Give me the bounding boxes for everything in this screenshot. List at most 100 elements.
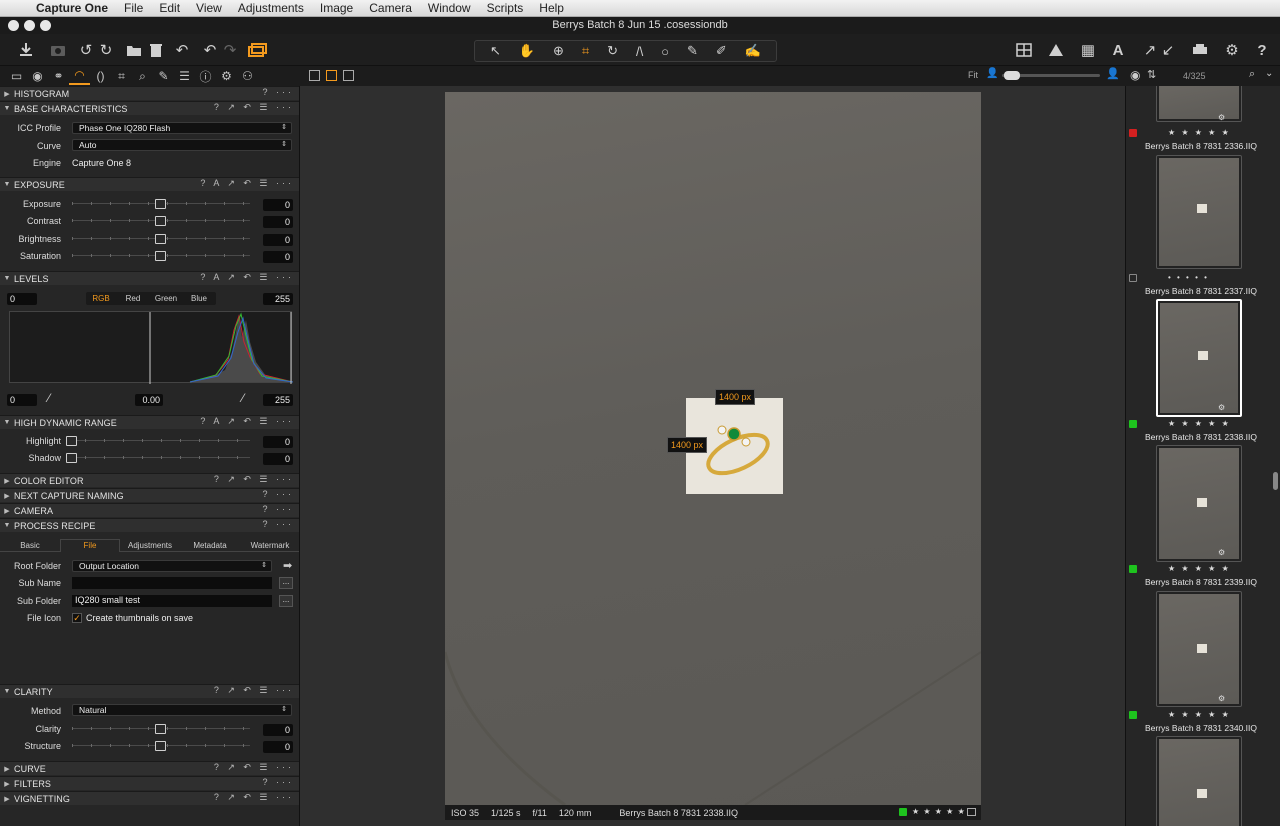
- exposure-value[interactable]: 0: [263, 199, 293, 211]
- exposure-tab-icon[interactable]: ◠: [69, 67, 90, 85]
- text-overlay-icon[interactable]: A: [1108, 40, 1128, 60]
- structure-slider[interactable]: [72, 741, 250, 751]
- tool-actions[interactable]: ? ···: [263, 519, 295, 529]
- next-capture-naming-header[interactable]: ▶ NEXT CAPTURE NAMING ? ···: [0, 488, 299, 502]
- histogram-tool-header[interactable]: ▶ HISTOGRAM ? ···: [0, 86, 299, 100]
- color-picker-icon[interactable]: ✐: [716, 43, 727, 59]
- color-tag-2338[interactable]: [1129, 420, 1137, 428]
- clarity-method-dropdown[interactable]: Natural: [72, 704, 292, 716]
- sub-folder-options-button[interactable]: ...: [279, 595, 293, 607]
- channel-rgb-tab[interactable]: RGB: [86, 293, 116, 305]
- levels-output-high[interactable]: 255: [263, 394, 293, 406]
- color-tag-2336[interactable]: [1129, 129, 1137, 137]
- recipe-tab-file[interactable]: File: [60, 539, 120, 552]
- tool-actions[interactable]: ? ···: [263, 777, 295, 787]
- reset-adjustments-icon[interactable]: ↶: [172, 40, 192, 60]
- batch-tab-icon[interactable]: ⚇: [237, 67, 258, 85]
- tool-actions[interactable]: ? ···: [263, 489, 295, 499]
- capture-tab-icon[interactable]: ◉: [27, 67, 48, 85]
- multi-view-icon[interactable]: [309, 70, 320, 81]
- color-tab-icon[interactable]: ⚭: [48, 67, 69, 85]
- menu-image[interactable]: Image: [312, 1, 361, 15]
- adjustments-tab-icon[interactable]: ☰: [174, 67, 195, 85]
- browser-scrollbar-thumb[interactable]: [1273, 472, 1278, 490]
- levels-input-high[interactable]: 255: [263, 293, 293, 305]
- thumbnail-2338-selected[interactable]: [1156, 299, 1242, 417]
- tool-actions[interactable]: ? ↗ ↶ ☰ ···: [214, 792, 294, 803]
- sub-name-input[interactable]: [72, 577, 272, 589]
- base-characteristics-header[interactable]: ▼ BASE CHARACTERISTICS ? ↗ ↶ ☰ ···: [0, 101, 299, 115]
- contrast-value[interactable]: 0: [263, 216, 293, 228]
- library-tab-icon[interactable]: ▭: [6, 67, 27, 85]
- root-folder-dropdown[interactable]: Output Location: [72, 560, 272, 572]
- copy-apply-icon[interactable]: [248, 40, 268, 60]
- recipe-tab-basic[interactable]: Basic: [2, 540, 58, 552]
- levels-histogram[interactable]: [9, 311, 294, 384]
- browser-options-icon[interactable]: ⌄: [1265, 68, 1273, 79]
- crop-icon[interactable]: ⌗: [582, 43, 589, 59]
- channel-blue-tab[interactable]: Blue: [184, 293, 214, 305]
- copy-adjustments-icon[interactable]: ↗: [1140, 40, 1160, 60]
- rotate-right-icon[interactable]: ↻: [96, 40, 116, 60]
- star-rating-2336[interactable]: ★ ★ ★ ★ ★: [1168, 128, 1231, 137]
- status-variant-icon[interactable]: [967, 808, 976, 816]
- clarity-tool-header[interactable]: ▼ CLARITY ? ↗ ↶ ☰ ···: [0, 684, 299, 698]
- star-rating-2339[interactable]: ★ ★ ★ ★ ★: [1168, 564, 1231, 573]
- brush-icon[interactable]: ✎: [687, 43, 698, 59]
- channel-red-tab[interactable]: Red: [118, 293, 148, 305]
- black-eyedropper-icon[interactable]: ⁄: [48, 391, 50, 405]
- menu-view[interactable]: View: [188, 1, 230, 15]
- zoom-slider[interactable]: [1002, 71, 1100, 80]
- white-eyedropper-icon[interactable]: ⁄: [242, 391, 244, 405]
- undo-icon[interactable]: ↶: [200, 40, 220, 60]
- hdr-tool-header[interactable]: ▼ HIGH DYNAMIC RANGE ? A ↗ ↶ ☰ ···: [0, 415, 299, 429]
- exposure-warning-icon[interactable]: [1046, 40, 1066, 60]
- tool-actions[interactable]: ? A ↗ ↶ ☰ ···: [200, 178, 294, 189]
- main-photo[interactable]: 1400 px 1400 px: [445, 92, 981, 805]
- sub-folder-input[interactable]: IQ280 small test: [72, 595, 272, 607]
- move-to-folder-icon[interactable]: [124, 40, 144, 60]
- root-folder-arrow-icon[interactable]: ➡: [283, 559, 292, 572]
- zoom-in-person-icon[interactable]: 👤: [1106, 67, 1120, 80]
- icc-profile-dropdown[interactable]: Phase One IQ280 Flash: [72, 122, 292, 134]
- lens-tab-icon[interactable]: (): [90, 67, 111, 85]
- tool-actions[interactable]: ? A ↗ ↶ ☰ ···: [200, 272, 294, 283]
- status-color-tag[interactable]: [899, 808, 907, 816]
- annotation-icon[interactable]: ✍: [745, 43, 761, 59]
- tool-actions[interactable]: ? ↗ ↶ ☰ ···: [214, 685, 294, 696]
- structure-value[interactable]: 0: [263, 741, 293, 753]
- select-cursor-icon[interactable]: ↖: [490, 43, 501, 59]
- levels-midpoint[interactable]: 0.00: [135, 394, 163, 406]
- metadata-tab-icon[interactable]: ⓘ: [195, 67, 216, 85]
- thumbnail-2336[interactable]: [1156, 86, 1242, 122]
- filters-tool-header[interactable]: ▶ FILTERS ? ···: [0, 776, 299, 790]
- brightness-value[interactable]: 0: [263, 234, 293, 246]
- rotate-left-icon[interactable]: ↺: [76, 40, 96, 60]
- saturation-slider[interactable]: [72, 251, 250, 261]
- levels-tool-header[interactable]: ▼ LEVELS ? A ↗ ↶ ☰ ···: [0, 271, 299, 285]
- thumbnail-2337[interactable]: [1156, 155, 1242, 269]
- star-rating-2338[interactable]: ★ ★ ★ ★ ★: [1168, 419, 1231, 428]
- grid-view-icon[interactable]: [1014, 40, 1034, 60]
- tool-actions[interactable]: ? ↗ ↶ ☰ ···: [214, 474, 294, 485]
- sort-icon[interactable]: ⇅: [1147, 68, 1156, 81]
- composition-tab-icon[interactable]: ⌗: [111, 67, 132, 85]
- thumbnail-2340[interactable]: [1156, 591, 1242, 707]
- sub-name-options-button[interactable]: ...: [279, 577, 293, 589]
- settings-gear-icon[interactable]: ⚙: [1222, 40, 1242, 60]
- highlight-value[interactable]: 0: [263, 436, 293, 448]
- import-icon[interactable]: [16, 40, 36, 60]
- shadow-value[interactable]: 0: [263, 453, 293, 465]
- print-icon[interactable]: [1190, 40, 1210, 60]
- status-star-rating[interactable]: ★ ★ ★ ★ ★: [912, 807, 966, 816]
- menu-adjustments[interactable]: Adjustments: [230, 1, 312, 15]
- menu-file[interactable]: File: [116, 1, 151, 15]
- redo-icon[interactable]: ↷: [220, 40, 240, 60]
- menu-camera[interactable]: Camera: [361, 1, 420, 15]
- channel-green-tab[interactable]: Green: [150, 293, 182, 305]
- camera-header[interactable]: ▶ CAMERA ? ···: [0, 503, 299, 517]
- recipe-tab-watermark[interactable]: Watermark: [240, 540, 299, 552]
- menu-window[interactable]: Window: [420, 1, 479, 15]
- local-adjustments-tab-icon[interactable]: ✎: [153, 67, 174, 85]
- saturation-value[interactable]: 0: [263, 251, 293, 263]
